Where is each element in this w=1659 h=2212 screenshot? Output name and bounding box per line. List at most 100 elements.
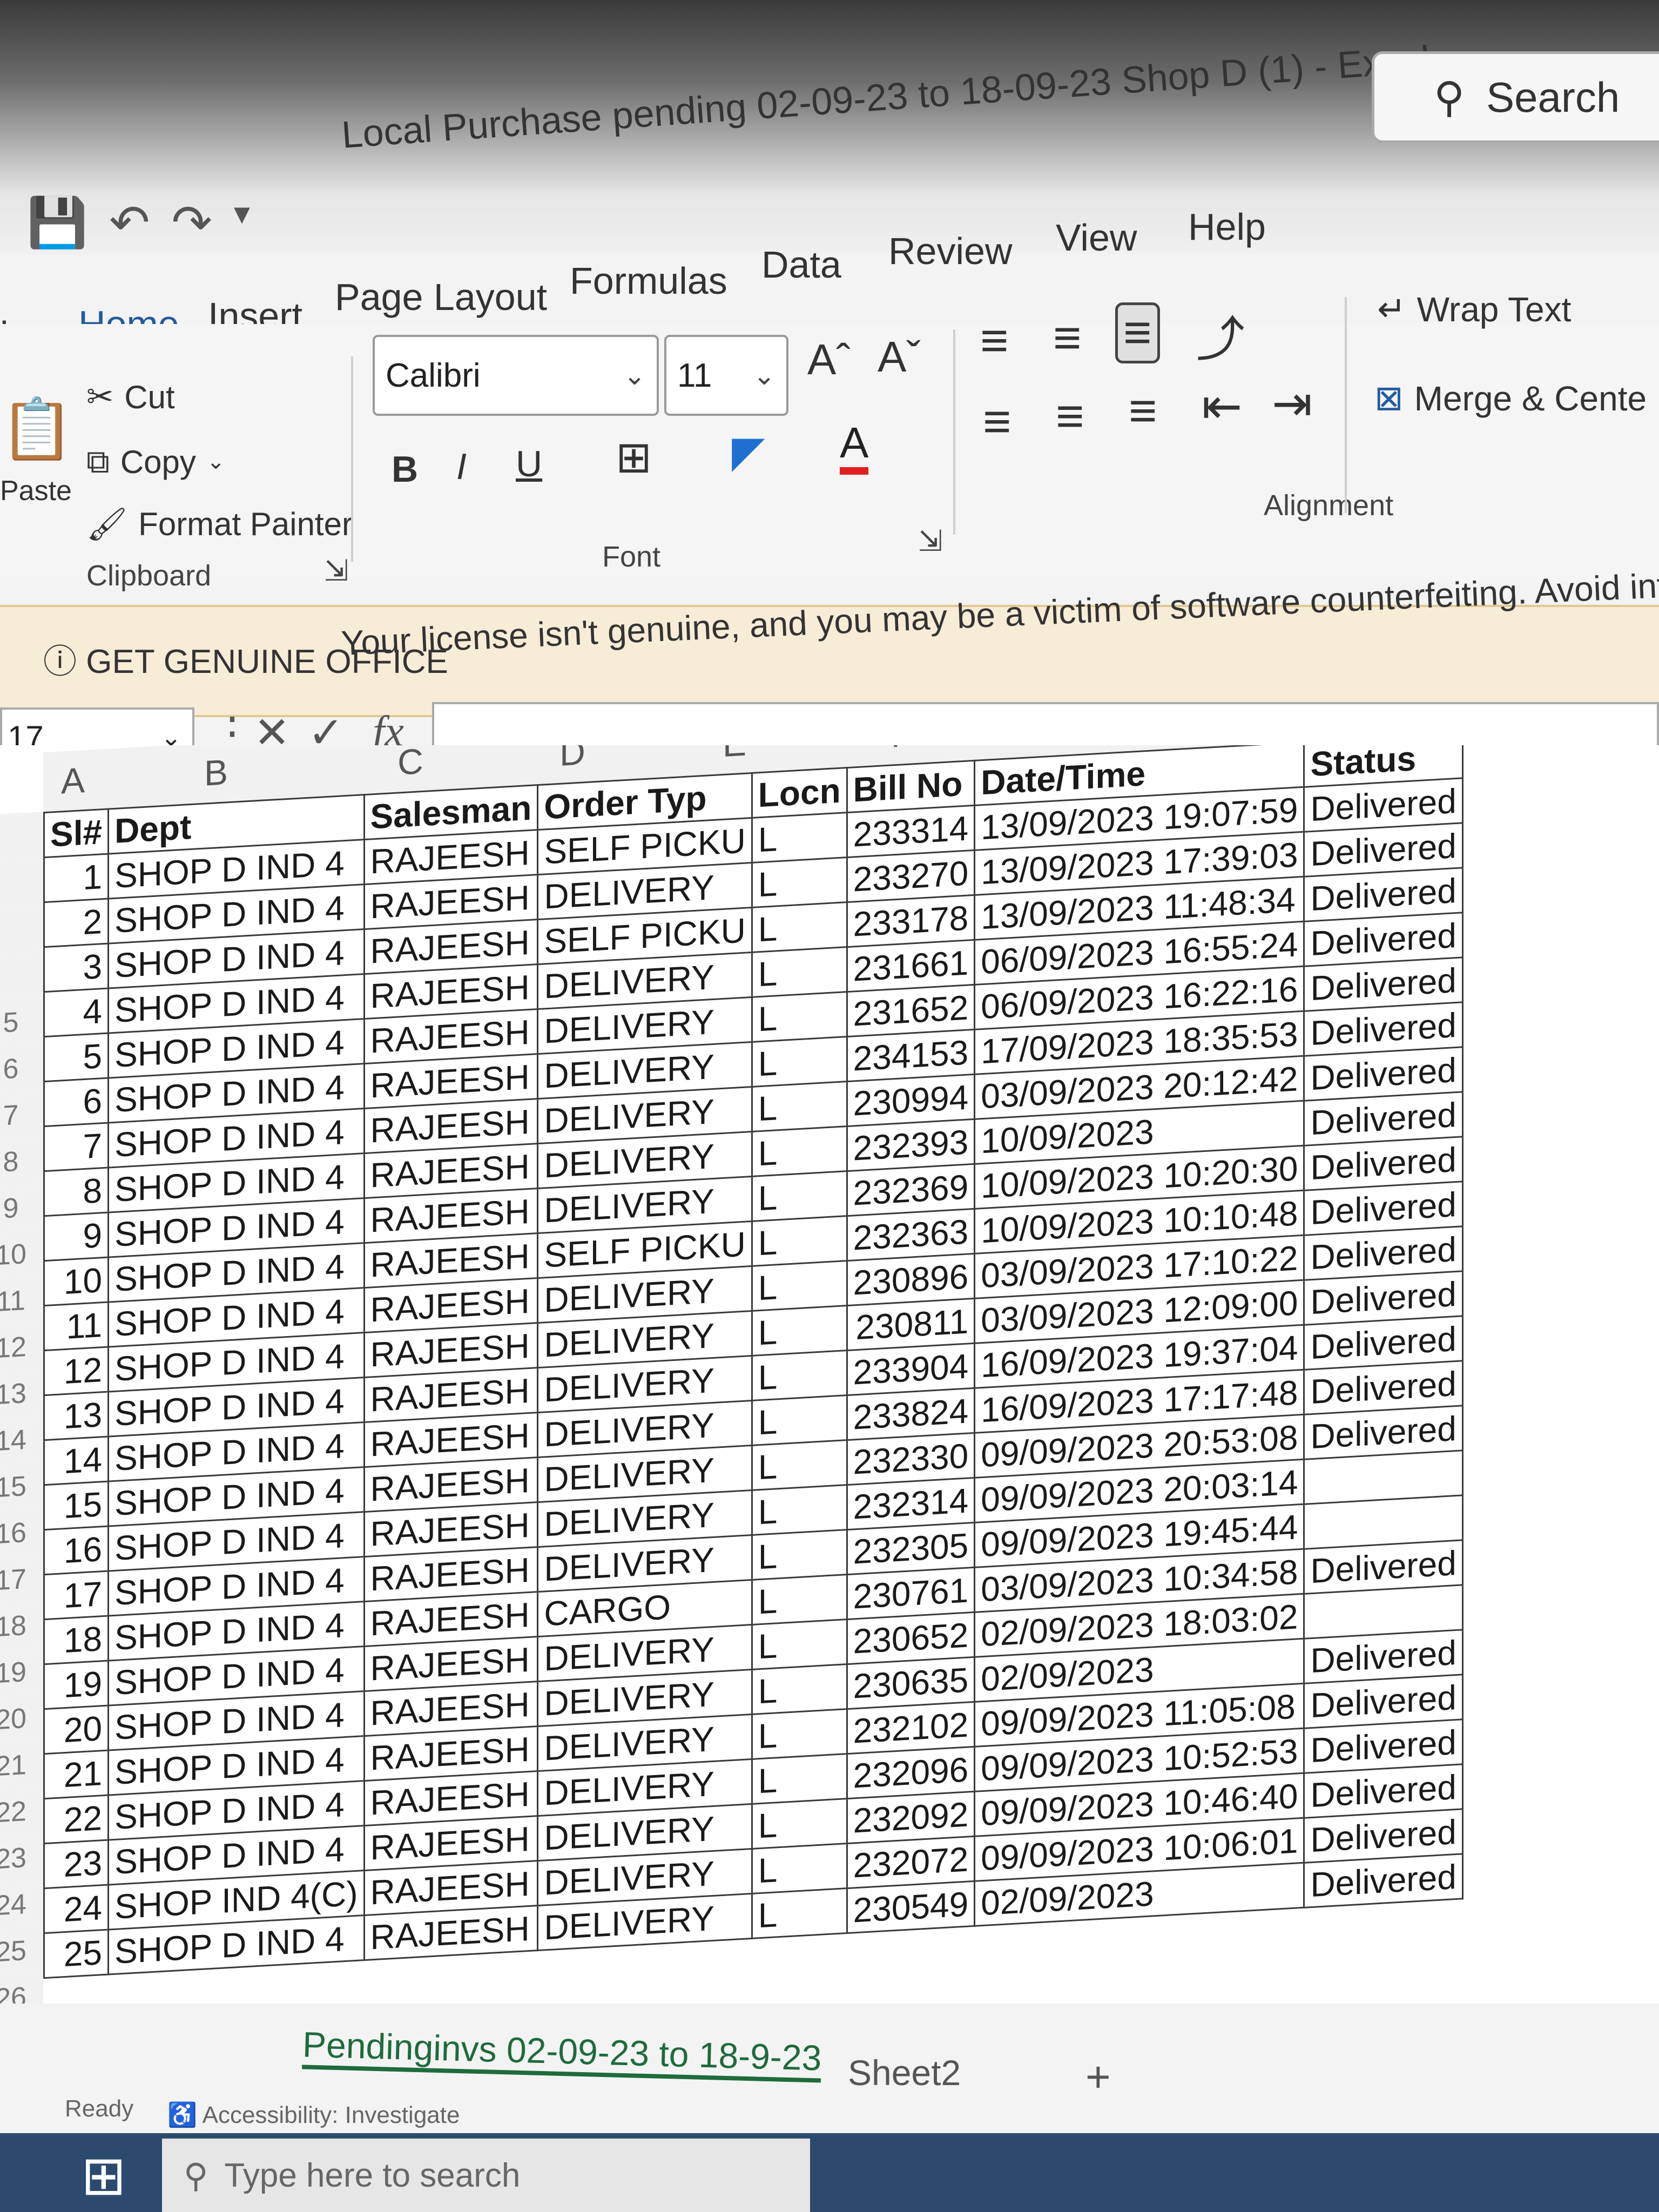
bill-no-cell[interactable]: 232102: [847, 1702, 975, 1754]
sl-cell[interactable]: 25: [44, 1930, 109, 1978]
middle-align-icon[interactable]: ≡: [1053, 311, 1082, 366]
fill-color-icon[interactable]: ◤: [732, 427, 765, 477]
align-left-icon[interactable]: ≡: [983, 394, 1011, 450]
row-header[interactable]: 7: [0, 1090, 43, 1141]
header-cell[interactable]: Bill No: [847, 760, 975, 813]
locn-cell[interactable]: L: [752, 1440, 847, 1491]
bill-no-cell[interactable]: 232369: [847, 1164, 975, 1216]
bill-no-cell[interactable]: 230994: [847, 1074, 975, 1127]
sl-cell[interactable]: 2: [44, 899, 109, 947]
increase-indent-icon[interactable]: ⇥: [1272, 375, 1312, 432]
row-header[interactable]: 24: [0, 1880, 43, 1930]
column-header-a[interactable]: A: [43, 749, 103, 812]
row-header[interactable]: 21: [0, 1741, 43, 1791]
align-right-icon[interactable]: ≡: [1129, 383, 1157, 439]
clipboard-launcher-icon[interactable]: ⇲: [324, 554, 348, 588]
underline-button[interactable]: U: [516, 443, 542, 485]
locn-cell[interactable]: L: [752, 1305, 847, 1356]
row-header[interactable]: [0, 905, 43, 955]
sl-cell[interactable]: 23: [44, 1840, 109, 1889]
row-header[interactable]: 26: [0, 1973, 43, 2004]
locn-cell[interactable]: L: [752, 1529, 847, 1580]
bill-no-cell[interactable]: 232072: [847, 1836, 975, 1889]
chevron-down-icon[interactable]: ⌄: [207, 449, 225, 474]
locn-cell[interactable]: L: [752, 1126, 847, 1177]
increase-font-size-icon[interactable]: Aˆ: [807, 335, 851, 385]
locn-cell[interactable]: L: [752, 1709, 847, 1759]
row-header[interactable]: [0, 858, 43, 908]
locn-cell[interactable]: L: [752, 902, 847, 953]
row-header[interactable]: 18: [0, 1601, 43, 1651]
sl-cell[interactable]: 8: [44, 1168, 109, 1216]
bill-no-cell[interactable]: 230652: [847, 1612, 975, 1664]
sl-cell[interactable]: 13: [44, 1392, 109, 1440]
locn-cell[interactable]: L: [752, 947, 847, 997]
row-header[interactable]: 9: [0, 1183, 43, 1233]
locn-cell[interactable]: L: [752, 1171, 847, 1222]
row-header[interactable]: [0, 951, 43, 1001]
italic-button[interactable]: I: [456, 446, 467, 488]
sl-cell[interactable]: 11: [44, 1302, 109, 1351]
locn-cell[interactable]: L: [752, 1843, 847, 1894]
bill-no-cell[interactable]: 234153: [847, 1029, 975, 1082]
sl-cell[interactable]: 14: [44, 1437, 109, 1485]
bill-no-cell[interactable]: 233824: [847, 1388, 975, 1440]
row-header[interactable]: 17: [0, 1555, 43, 1605]
bill-no-cell[interactable]: 232393: [847, 1119, 975, 1171]
font-size-select[interactable]: 11 ⌄: [664, 335, 788, 416]
copy-button[interactable]: ⧉ Copy ⌄: [86, 443, 225, 481]
row-header[interactable]: [0, 812, 43, 862]
row-header[interactable]: 11: [0, 1276, 43, 1326]
sl-cell[interactable]: 4: [44, 988, 109, 1037]
tab-formulas[interactable]: Formulas: [570, 259, 727, 302]
tab-review[interactable]: Review: [888, 230, 1013, 273]
bold-button[interactable]: B: [392, 448, 418, 490]
row-header[interactable]: 13: [0, 1369, 43, 1419]
sl-cell[interactable]: 22: [44, 1795, 109, 1844]
sl-cell[interactable]: 1: [44, 854, 109, 902]
row-header[interactable]: 16: [0, 1508, 43, 1559]
sl-cell[interactable]: 18: [44, 1616, 109, 1664]
tab-page-layout[interactable]: Page Layout: [335, 275, 547, 319]
sl-cell[interactable]: 7: [44, 1123, 109, 1171]
row-header[interactable]: 14: [0, 1415, 43, 1466]
sl-cell[interactable]: 5: [44, 1033, 109, 1082]
sl-cell[interactable]: 17: [44, 1571, 109, 1620]
row-header[interactable]: 20: [0, 1694, 43, 1744]
locn-cell[interactable]: L: [752, 1485, 847, 1535]
bill-no-cell[interactable]: 230896: [847, 1253, 975, 1306]
status-cell[interactable]: Delivered: [1304, 1853, 1463, 1908]
bill-no-cell[interactable]: 232314: [847, 1478, 975, 1530]
sl-cell[interactable]: 9: [44, 1212, 109, 1261]
sl-cell[interactable]: 21: [44, 1750, 109, 1799]
row-header[interactable]: 10: [0, 1230, 43, 1280]
sl-cell[interactable]: 12: [44, 1347, 109, 1395]
row-header[interactable]: 6: [0, 1044, 43, 1094]
bill-no-cell[interactable]: 232305: [847, 1522, 975, 1575]
locn-cell[interactable]: L: [752, 1574, 847, 1625]
locn-cell[interactable]: L: [752, 1395, 847, 1446]
sheet-tab-pendinginvs[interactable]: Pendinginvs 02-09-23 to 18-9-23: [302, 2024, 822, 2083]
bill-no-cell[interactable]: 230811: [847, 1298, 975, 1351]
row-header[interactable]: 8: [0, 1137, 43, 1187]
windows-start-icon[interactable]: ⊞: [81, 2144, 126, 2207]
font-family-select[interactable]: Calibri ⌄: [373, 335, 659, 416]
format-painter-button[interactable]: 🖌 Format Painter: [86, 505, 353, 543]
row-header[interactable]: 25: [0, 1926, 43, 1977]
locn-cell[interactable]: L: [752, 1664, 847, 1715]
bill-no-cell[interactable]: 230635: [847, 1657, 975, 1709]
locn-cell[interactable]: L: [752, 1216, 847, 1266]
locn-cell[interactable]: L: [752, 1754, 847, 1804]
wrap-text-button[interactable]: ↵ Wrap Text: [1377, 289, 1571, 329]
locn-cell[interactable]: L: [752, 1619, 847, 1670]
bill-no-cell[interactable]: 232092: [847, 1791, 975, 1844]
bill-no-cell[interactable]: 232330: [847, 1433, 975, 1485]
locn-cell[interactable]: L: [752, 857, 847, 908]
locn-cell[interactable]: L: [752, 812, 847, 863]
add-sheet-button[interactable]: +: [1085, 2052, 1111, 2102]
header-cell[interactable]: Sl#: [44, 809, 109, 858]
decrease-indent-icon[interactable]: ⇤: [1202, 378, 1242, 435]
sheet-tab-sheet2[interactable]: Sheet2: [848, 2052, 961, 2093]
align-center-icon[interactable]: ≡: [1056, 389, 1084, 444]
bill-no-cell[interactable]: 231652: [847, 984, 975, 1037]
